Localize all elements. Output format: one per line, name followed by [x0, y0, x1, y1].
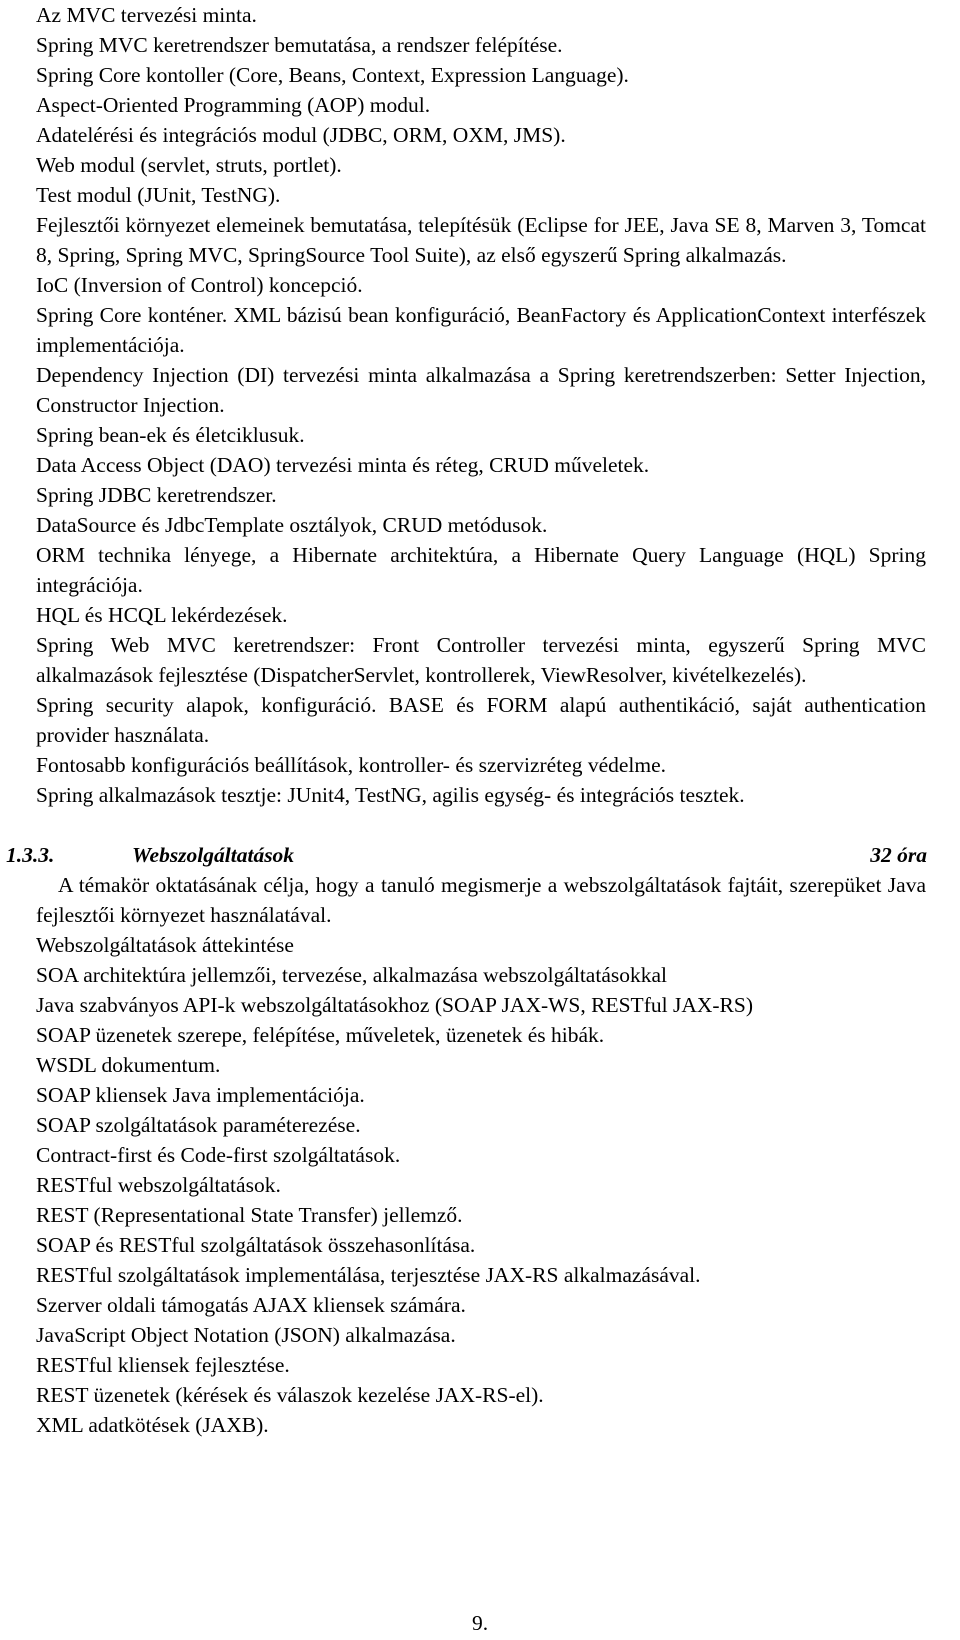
list-item: WSDL dokumentum. — [36, 1053, 221, 1077]
page-number: 9. — [471, 1611, 489, 1635]
list-item: Spring alkalmazások tesztje: JUnit4, Tes… — [36, 783, 745, 807]
list-item: RESTful webszolgáltatások. — [36, 1173, 281, 1197]
spring-topic-list-end: Fontosabb konfigurációs beállítások, kon… — [36, 750, 926, 810]
list-item: Spring Core kontoller (Core, Beans, Cont… — [36, 63, 629, 87]
paragraph-orm-hibernate: ORM technika lényege, a Hibernate archit… — [36, 543, 926, 597]
paragraph-fejlesztoi-kornyezet: Fejlesztői környezet elemeinek bemutatás… — [36, 213, 926, 267]
list-item: Spring bean-ek és életciklusuk. — [36, 423, 305, 447]
spring-topic-list-mid: Spring bean-ek és életciklusuk. Data Acc… — [36, 420, 926, 540]
paragraph-spring-web-mvc: Spring Web MVC keretrendszer: Front Cont… — [36, 633, 926, 687]
list-item: DataSource és JdbcTemplate osztályok, CR… — [36, 513, 548, 537]
list-item: Data Access Object (DAO) tervezési minta… — [36, 453, 650, 477]
list-item: Szerver oldali támogatás AJAX kliensek s… — [36, 1293, 466, 1317]
section-hours: 32 óra — [870, 843, 927, 867]
list-item: Spring JDBC keretrendszer. — [36, 483, 277, 507]
list-item: Java szabványos API-k webszolgáltatásokh… — [36, 993, 753, 1017]
paragraph-dependency-injection: Dependency Injection (DI) tervezési mint… — [36, 363, 926, 417]
list-item: REST (Representational State Transfer) j… — [36, 1203, 463, 1227]
list-item: SOA architektúra jellemzői, tervezése, a… — [36, 963, 667, 987]
paragraph-webservices-intro: A témakör oktatásának célja, hogy a tanu… — [36, 873, 926, 927]
document-page: Az MVC tervezési minta. Spring MVC keret… — [0, 0, 960, 1640]
list-item: REST üzenetek (kérések és válaszok kezel… — [36, 1383, 544, 1407]
page-footer: 9. — [0, 1608, 960, 1638]
list-item: JavaScript Object Notation (JSON) alkalm… — [36, 1323, 456, 1347]
list-item: SOAP szolgáltatások paraméterezése. — [36, 1113, 361, 1137]
list-item: Fontosabb konfigurációs beállítások, kon… — [36, 753, 667, 777]
section-heading: 1.3.3. Webszolgáltatások 32 óra — [6, 840, 927, 870]
list-item: RESTful szolgáltatások implementálása, t… — [36, 1263, 701, 1287]
page-content: Az MVC tervezési minta. Spring MVC keret… — [6, 0, 927, 1440]
list-item-hql: HQL és HCQL lekérdezések. — [36, 603, 288, 627]
list-item: Contract-first és Code-first szolgáltatá… — [36, 1143, 401, 1167]
list-item: RESTful kliensek fejlesztése. — [36, 1353, 290, 1377]
list-item: Webszolgáltatások áttekintése — [36, 933, 294, 957]
list-item: XML adatkötések (JAXB). — [36, 1413, 269, 1437]
section-title: Webszolgáltatások — [132, 843, 295, 867]
webservices-topic-list: Webszolgáltatások áttekintése SOA archit… — [36, 930, 926, 1440]
list-item: Test modul (JUnit, TestNG). — [36, 183, 281, 207]
paragraph-spring-security: Spring security alapok, konfiguráció. BA… — [36, 693, 926, 747]
list-item: SOAP és RESTful szolgáltatások összehaso… — [36, 1233, 476, 1257]
spring-topic-list: Az MVC tervezési minta. Spring MVC keret… — [36, 0, 926, 210]
list-item: Adatelérési és integrációs modul (JDBC, … — [36, 123, 566, 147]
list-item: Az MVC tervezési minta. — [36, 3, 257, 27]
list-item: SOAP üzenetek szerepe, felépítése, művel… — [36, 1023, 605, 1047]
list-item: Aspect-Oriented Programming (AOP) modul. — [36, 93, 431, 117]
section-number: 1.3.3. — [6, 843, 55, 867]
paragraph-spring-core-konterner: Spring Core konténer. XML bázisú bean ko… — [36, 303, 926, 357]
list-item: SOAP kliensek Java implementációja. — [36, 1083, 365, 1107]
list-item: Spring MVC keretrendszer bemutatása, a r… — [36, 33, 563, 57]
list-item-ioc: IoC (Inversion of Control) koncepció. — [36, 273, 363, 297]
list-item: Web modul (servlet, struts, portlet). — [36, 153, 342, 177]
